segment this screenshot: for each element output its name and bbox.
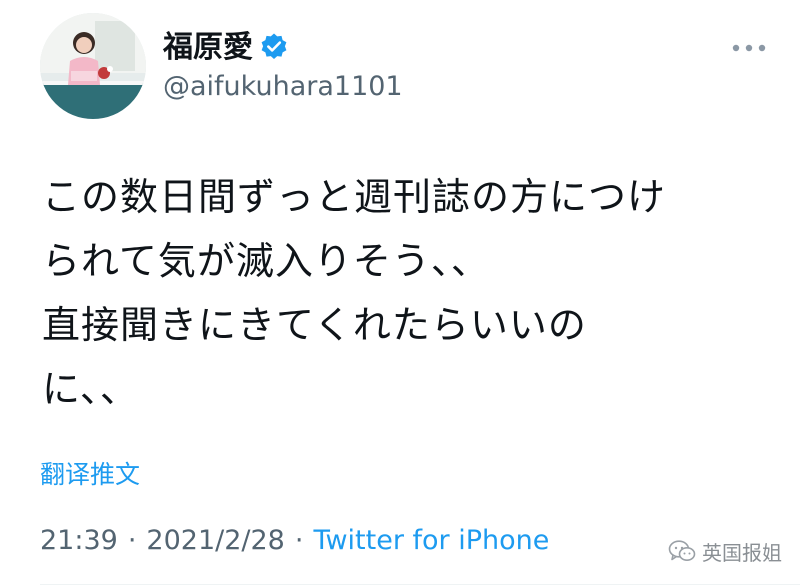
display-name[interactable]: 福原愛: [163, 30, 289, 66]
display-name-text: 福原愛: [163, 30, 253, 65]
tweet-card: 福原愛 @aifukuhara1101 この数日間ずっと週刊誌の方につけ られて…: [0, 0, 800, 587]
tweet-metadata: 21:39 · 2021/2/28 · Twitter for iPhone: [40, 524, 549, 558]
avatar[interactable]: [40, 13, 146, 119]
separator-dot: ·: [127, 525, 137, 556]
verified-badge-icon: [261, 33, 287, 59]
separator-dot: ·: [294, 525, 304, 556]
avatar-photo: [40, 13, 146, 119]
more-options-icon[interactable]: [731, 42, 767, 54]
translate-tweet-link[interactable]: 翻译推文: [40, 460, 140, 490]
tweet-time[interactable]: 21:39: [40, 525, 118, 556]
divider: [40, 584, 800, 585]
watermark-text: 英国报姐: [702, 540, 782, 565]
tweet-date[interactable]: 2021/2/28: [146, 525, 284, 556]
wechat-icon: [668, 540, 696, 561]
user-handle[interactable]: @aifukuhara1101: [163, 70, 403, 104]
tweet-text: この数日間ずっと週刊誌の方につけ られて気が滅入りそう、、 直接聞きにきてくれた…: [42, 175, 667, 411]
watermark: 英国报姐: [668, 537, 782, 565]
tweet-source-link[interactable]: Twitter for iPhone: [313, 525, 549, 556]
